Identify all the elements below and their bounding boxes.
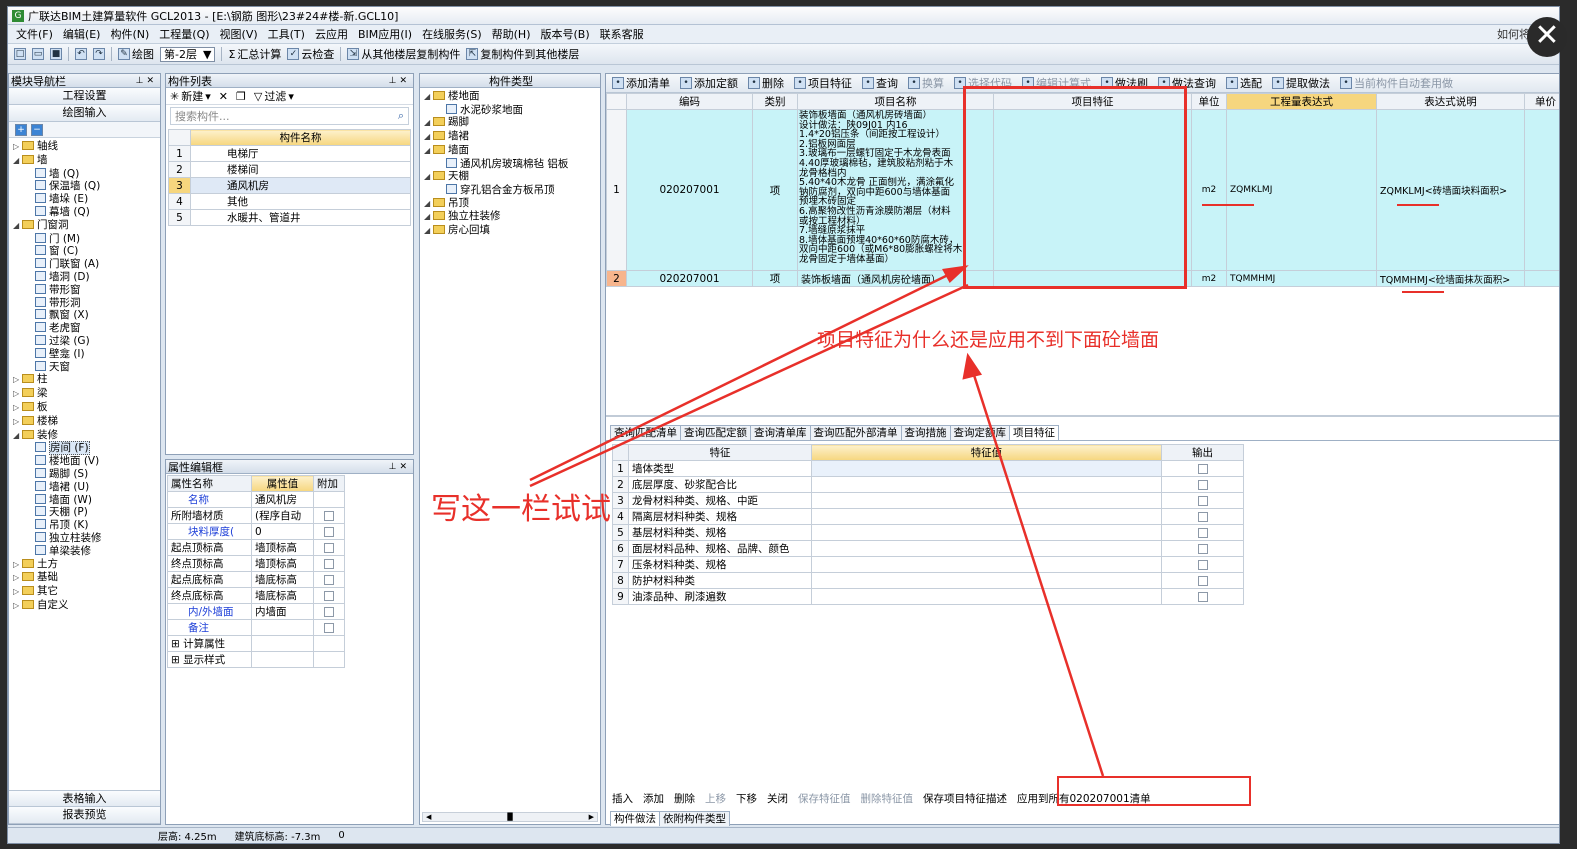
arrow-head bbox=[942, 265, 969, 284]
annotation-arrows bbox=[529, 265, 1105, 777]
arrow-head bbox=[962, 352, 983, 380]
arrow-line bbox=[529, 283, 969, 488]
arrow-line bbox=[529, 271, 953, 482]
arrow-line bbox=[971, 371, 1105, 777]
close-overlay-button[interactable]: ✕ bbox=[1527, 17, 1567, 57]
